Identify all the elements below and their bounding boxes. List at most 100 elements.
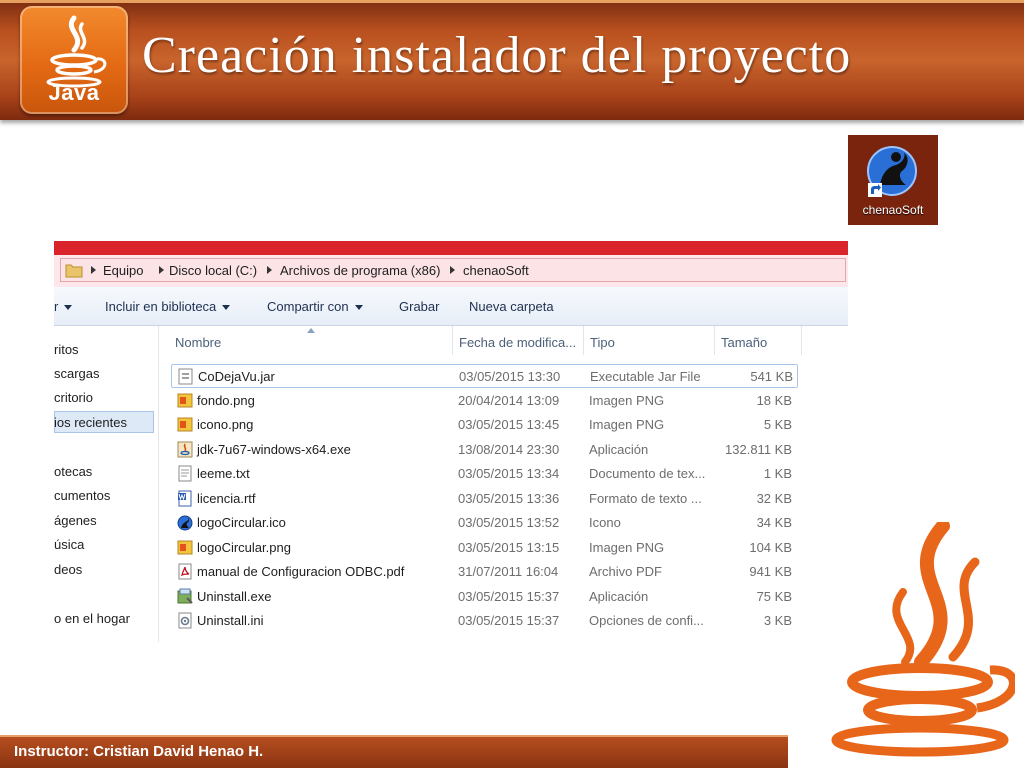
nav-item-videos[interactable]: deos	[54, 562, 82, 577]
file-row[interactable]: Uninstall.ini 03/05/2015 15:37 Opciones …	[171, 609, 798, 633]
breadcrumb-archivos-de-programa[interactable]: Archivos de programa (x86)	[280, 263, 440, 278]
include-in-library-button[interactable]: Incluir en biblioteca	[105, 299, 231, 314]
file-size: 18 KB	[756, 393, 792, 408]
file-type: Aplicación	[589, 442, 649, 457]
slide-title: Creación instalador del proyecto	[142, 27, 852, 84]
file-type: Executable Jar File	[590, 369, 701, 384]
new-folder-button[interactable]: Nueva carpeta	[469, 299, 554, 314]
include-in-library-label: Incluir en biblioteca	[105, 299, 217, 314]
file-row[interactable]: leeme.txt 03/05/2015 13:34 Documento de …	[171, 462, 798, 486]
breadcrumb-separator-icon[interactable]	[91, 266, 96, 274]
nav-item-grupo-hogar[interactable]: o en el hogar	[54, 611, 130, 626]
file-type: Archivo PDF	[589, 564, 662, 579]
file-type: Imagen PNG	[589, 417, 665, 432]
organize-button[interactable]: r	[54, 299, 73, 314]
png-image-icon	[177, 393, 193, 408]
file-date: 31/07/2011 16:04	[458, 564, 559, 579]
nav-item-documentos[interactable]: cumentos	[54, 488, 110, 503]
navigation-pane: ritos scargas critorio ios recientes ote…	[54, 326, 159, 642]
file-size: 75 KB	[756, 589, 792, 604]
chevron-down-icon	[222, 305, 231, 311]
breadcrumb-separator-icon[interactable]	[159, 266, 164, 274]
file-row[interactable]: jdk-7u67-windows-x64.exe 13/08/2014 23:3…	[171, 438, 798, 462]
png-image-icon	[177, 540, 193, 555]
file-name: manual de Configuracion ODBC.pdf	[197, 564, 405, 579]
file-name: logoCircular.png	[197, 540, 291, 555]
circular-logo-icon	[177, 515, 193, 531]
png-image-icon	[177, 417, 193, 432]
column-header-size[interactable]: Tamaño	[715, 326, 802, 355]
file-row[interactable]: fondo.png 20/04/2014 13:09 Imagen PNG 18…	[171, 389, 798, 413]
file-size: 32 KB	[756, 491, 792, 506]
breadcrumb-separator-icon[interactable]	[267, 266, 272, 274]
column-header-name[interactable]: Nombre	[169, 326, 453, 355]
file-date: 20/04/2014 13:09	[458, 393, 560, 408]
file-type: Documento de tex...	[589, 466, 706, 481]
share-with-button[interactable]: Compartir con	[267, 299, 363, 314]
file-date: 13/08/2014 23:30	[458, 442, 560, 457]
java-cup-small-icon	[46, 15, 107, 88]
file-size: 5 KB	[763, 417, 792, 432]
column-header-date[interactable]: Fecha de modifica...	[453, 326, 584, 355]
text-file-icon	[178, 465, 192, 482]
desktop-shortcut-chenaosoft[interactable]: chenaoSoft	[848, 135, 938, 225]
file-row[interactable]: Uninstall.exe 03/05/2015 15:37 Aplicació…	[171, 585, 798, 609]
file-row[interactable]: CoDejaVu.jar 03/05/2015 13:30 Executable…	[171, 364, 798, 388]
file-type: Icono	[589, 515, 621, 530]
share-with-label: Compartir con	[267, 299, 349, 314]
uninstall-exe-icon	[177, 588, 193, 604]
nav-item-sitios-recientes[interactable]: ios recientes	[54, 415, 127, 430]
column-header-type[interactable]: Tipo	[584, 326, 715, 355]
file-name: jdk-7u67-windows-x64.exe	[197, 442, 351, 457]
rtf-document-icon	[178, 490, 192, 507]
file-row[interactable]: licencia.rtf 03/05/2015 13:36 Formato de…	[171, 487, 798, 511]
nav-item-imagenes[interactable]: ágenes	[54, 513, 97, 528]
file-name: leeme.txt	[197, 466, 250, 481]
footer-highlight-line	[0, 735, 788, 737]
file-name: Uninstall.exe	[197, 589, 272, 604]
chevron-down-icon	[354, 305, 363, 311]
slide-footer: Instructor: Cristian David Henao H.	[0, 735, 788, 768]
file-size: 541 KB	[750, 369, 793, 384]
file-name: icono.png	[197, 417, 254, 432]
jar-file-icon	[178, 368, 193, 385]
file-explorer-window: Equipo Disco local (C:) Archivos de prog…	[54, 241, 848, 642]
file-row[interactable]: manual de Configuracion ODBC.pdf 31/07/2…	[171, 560, 798, 584]
breadcrumb-chenaosoft[interactable]: chenaoSoft	[463, 263, 529, 278]
burn-button[interactable]: Grabar	[399, 299, 439, 314]
nav-item-escritorio[interactable]: critorio	[54, 390, 93, 405]
header-highlight-line	[0, 0, 1024, 3]
file-date: 03/05/2015 13:15	[458, 540, 560, 555]
file-date: 03/05/2015 13:45	[458, 417, 560, 432]
chevron-down-icon	[64, 305, 73, 311]
address-bar: Equipo Disco local (C:) Archivos de prog…	[54, 255, 848, 287]
breadcrumb-equipo[interactable]: Equipo	[103, 263, 143, 278]
java-logo: Java	[20, 6, 128, 114]
shortcut-arrow-icon	[868, 183, 882, 197]
file-date: 03/05/2015 13:34	[458, 466, 560, 481]
file-size: 3 KB	[763, 613, 792, 628]
file-size: 132.811 KB	[725, 442, 792, 457]
nav-item-bibliotecas[interactable]: otecas	[54, 464, 92, 479]
file-date: 03/05/2015 15:37	[458, 613, 560, 628]
file-type: Formato de texto ...	[589, 491, 702, 506]
breadcrumb-separator-icon[interactable]	[450, 266, 455, 274]
ini-settings-icon	[178, 612, 192, 629]
slide-header: Java Creación instalador del proyecto	[0, 0, 1024, 120]
file-size: 104 KB	[749, 540, 792, 555]
file-row[interactable]: logoCircular.png 03/05/2015 13:15 Imagen…	[171, 536, 798, 560]
file-date: 03/05/2015 13:36	[458, 491, 560, 506]
file-row[interactable]: logoCircular.ico 03/05/2015 13:52 Icono …	[171, 511, 798, 535]
nav-item-favoritos[interactable]: ritos	[54, 342, 79, 357]
file-row[interactable]: icono.png 03/05/2015 13:45 Imagen PNG 5 …	[171, 413, 798, 437]
breadcrumb-disco-local[interactable]: Disco local (C:)	[169, 263, 257, 278]
file-size: 34 KB	[756, 515, 792, 530]
shortcut-label: chenaoSoft	[862, 203, 924, 217]
window-title-strip	[54, 241, 848, 255]
nav-item-descargas[interactable]: scargas	[54, 366, 100, 381]
nav-item-musica[interactable]: úsica	[54, 537, 84, 552]
folder-icon	[65, 264, 83, 278]
file-date: 03/05/2015 13:30	[459, 369, 561, 384]
file-name: licencia.rtf	[197, 491, 256, 506]
breadcrumb[interactable]: Equipo Disco local (C:) Archivos de prog…	[60, 258, 846, 282]
